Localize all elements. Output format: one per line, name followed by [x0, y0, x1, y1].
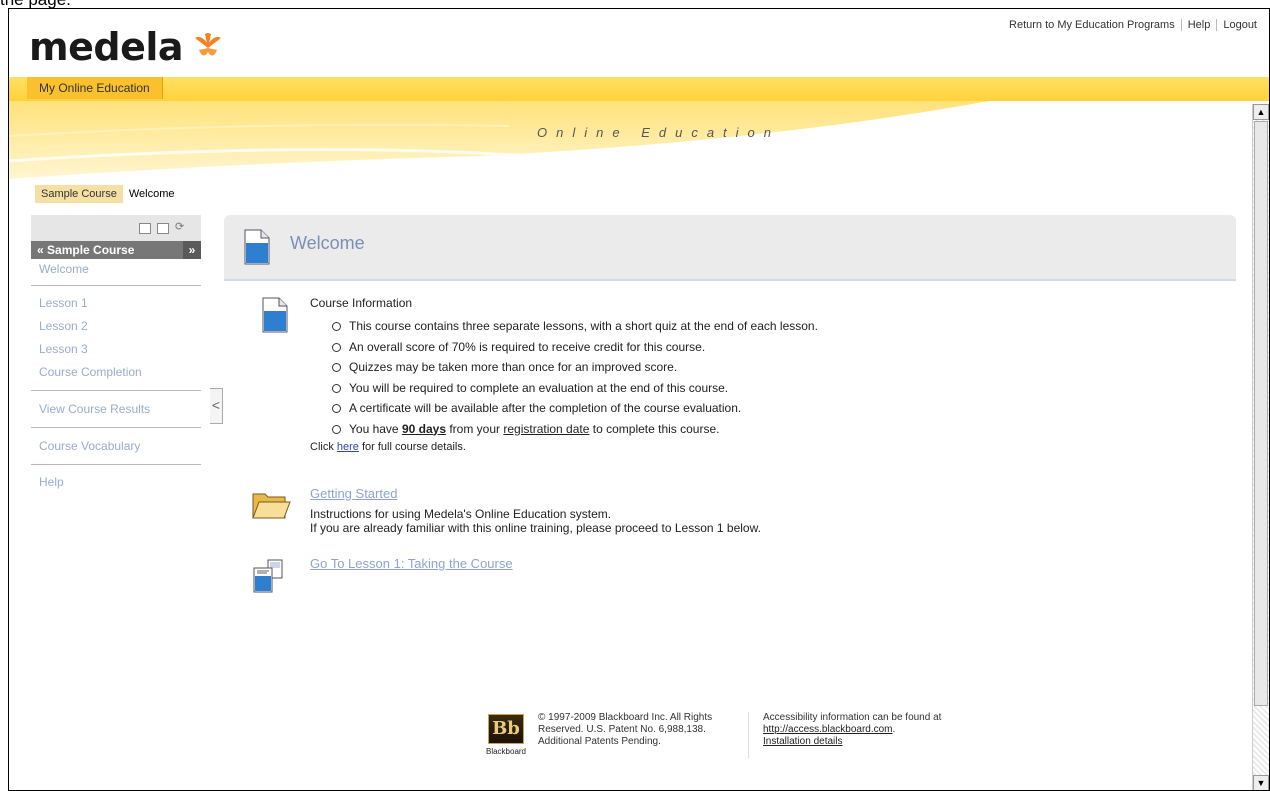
getting-started-line-2: If you are already familiar with this on…: [310, 521, 761, 535]
nav-divider: [31, 464, 201, 465]
banner: Online Education: [9, 101, 1247, 196]
help-link[interactable]: Help: [1180, 19, 1217, 31]
folder-icon: [252, 493, 291, 519]
bullet-icon: [332, 342, 341, 352]
scroll-up-arrow-icon[interactable]: ▲: [1253, 104, 1269, 120]
footer-accessibility: Accessibility information can be found a…: [763, 712, 942, 747]
nav-divider: [31, 390, 201, 391]
top-links: Return to My Education Programs Help Log…: [1003, 19, 1263, 31]
list-item: A certificate will be available after th…: [332, 398, 818, 419]
registration-date-link[interactable]: registration date: [503, 422, 589, 436]
list-item-text: This course contains three separate less…: [349, 319, 818, 333]
click-prefix: Click: [310, 441, 337, 453]
accessibility-link[interactable]: http://access.blackboard.com: [763, 724, 893, 735]
list-item-text: An overall score of 70% is required to r…: [349, 339, 706, 354]
days-emphasis: 90 days: [401, 421, 446, 436]
course-info-list: This course contains three separate less…: [310, 316, 818, 439]
nav-item-welcome[interactable]: Welcome: [31, 259, 201, 279]
nav-item-course-completion[interactable]: Course Completion: [31, 361, 201, 384]
scroll-down-arrow-icon[interactable]: ▼: [1253, 775, 1269, 790]
footer: Bb Blackboard © 1997-2009 Blackboard Inc…: [484, 712, 941, 758]
bullet-icon: [332, 322, 341, 332]
logout-link[interactable]: Logout: [1216, 19, 1263, 31]
course-menu-header[interactable]: «︎ Sample Course »: [31, 241, 201, 259]
bullet-icon: [332, 363, 341, 373]
course-details-line: Click here for full course details.: [310, 441, 818, 453]
course-info-document-icon: [262, 297, 288, 333]
breadcrumb: Sample Course Welcome: [35, 185, 180, 203]
lesson-pages-icon: [253, 559, 283, 593]
getting-started-line-1: Instructions for using Medela's Online E…: [310, 507, 612, 521]
browser-frame: medela Return to My Education Programs H…: [8, 8, 1270, 791]
click-suffix: for full course details.: [358, 441, 466, 453]
list-view-icon[interactable]: [139, 223, 151, 234]
nav-item-lesson-3[interactable]: Lesson 3: [31, 338, 201, 361]
left-navigation: ⟳ «︎ Sample Course » Welcome Lesson 1 Le…: [31, 215, 201, 494]
bullet-icon: [332, 404, 341, 414]
blackboard-logo[interactable]: Bb Blackboard: [484, 712, 528, 758]
course-information: Course Information This course contains …: [310, 296, 818, 453]
vertical-scrollbar[interactable]: ▲ ▼: [1252, 104, 1269, 790]
banner-title: Online Education: [537, 125, 781, 140]
footer-copyright: © 1997-2009 Blackboard Inc. All Rights R…: [538, 712, 749, 758]
breadcrumb-course[interactable]: Sample Course: [35, 185, 123, 203]
tab-bar: My Online Education: [9, 77, 1269, 101]
installation-details-link[interactable]: Installation details: [763, 736, 843, 747]
nav-item-view-course-results[interactable]: View Course Results: [31, 397, 201, 421]
chevron-left-icon: <: [211, 397, 221, 413]
nav-divider: [31, 427, 201, 428]
nav-item-lesson-1[interactable]: Lesson 1: [31, 292, 201, 315]
getting-started-link[interactable]: Getting Started: [310, 486, 761, 501]
breadcrumb-current: Welcome: [128, 188, 175, 200]
list-item-text: A certificate will be available after th…: [349, 401, 742, 415]
tab-my-online-education[interactable]: My Online Education: [27, 77, 163, 99]
medela-flower-icon: [195, 33, 222, 56]
scroll-thumb[interactable]: [1254, 121, 1268, 706]
list-item: This course contains three separate less…: [332, 316, 818, 337]
list-item-text: You have: [349, 421, 402, 436]
nav-item-course-vocabulary[interactable]: Course Vocabulary: [31, 434, 201, 458]
bb-logo-mark: Bb: [488, 714, 524, 744]
nav-item-help[interactable]: Help: [31, 471, 201, 494]
collapse-up-icon: «︎: [37, 243, 44, 257]
list-item: You have 90 days from your registration …: [332, 419, 818, 440]
course-menu-title: Sample Course: [47, 243, 135, 257]
list-item-text: Quizzes may be taken more than once for …: [349, 360, 678, 374]
list-item: An overall score of 70% is required to r…: [332, 337, 818, 358]
lesson-1-link[interactable]: Go To Lesson 1: Taking the Course: [310, 556, 513, 571]
collapse-menu-toggle[interactable]: <: [210, 388, 223, 424]
list-item-text: from your: [446, 421, 504, 436]
list-item-text: to complete this course.: [589, 421, 720, 436]
logo-wordmark: medela: [29, 25, 184, 69]
refresh-icon[interactable]: ⟳: [175, 220, 184, 233]
page-title: Welcome: [290, 233, 365, 253]
banner-swoosh: [9, 101, 1010, 179]
bullet-icon: [332, 383, 341, 393]
nav-divider: [31, 285, 201, 286]
bb-logo-caption: Blackboard: [485, 747, 527, 756]
expand-menu-icon[interactable]: »: [183, 241, 201, 259]
document-icon: [244, 229, 270, 265]
getting-started-section: Getting Started Instructions for using M…: [310, 486, 761, 535]
course-info-heading: Course Information: [310, 296, 413, 310]
list-item: You will be required to complete an eval…: [332, 378, 818, 399]
list-item: Quizzes may be taken more than once for …: [332, 357, 818, 378]
accessibility-text: Accessibility information can be found a…: [763, 712, 942, 723]
nav-item-lesson-2[interactable]: Lesson 2: [31, 315, 201, 338]
return-programs-link[interactable]: Return to My Education Programs: [1003, 19, 1181, 31]
medela-logo[interactable]: medela: [29, 27, 225, 67]
bullet-icon: [332, 424, 341, 434]
nav-toolbar: ⟳: [31, 215, 201, 241]
here-link[interactable]: here: [337, 441, 359, 453]
content-header: Welcome: [224, 215, 1236, 281]
window-view-icon[interactable]: [157, 223, 169, 234]
list-item-text: You will be required to complete an eval…: [349, 380, 729, 395]
